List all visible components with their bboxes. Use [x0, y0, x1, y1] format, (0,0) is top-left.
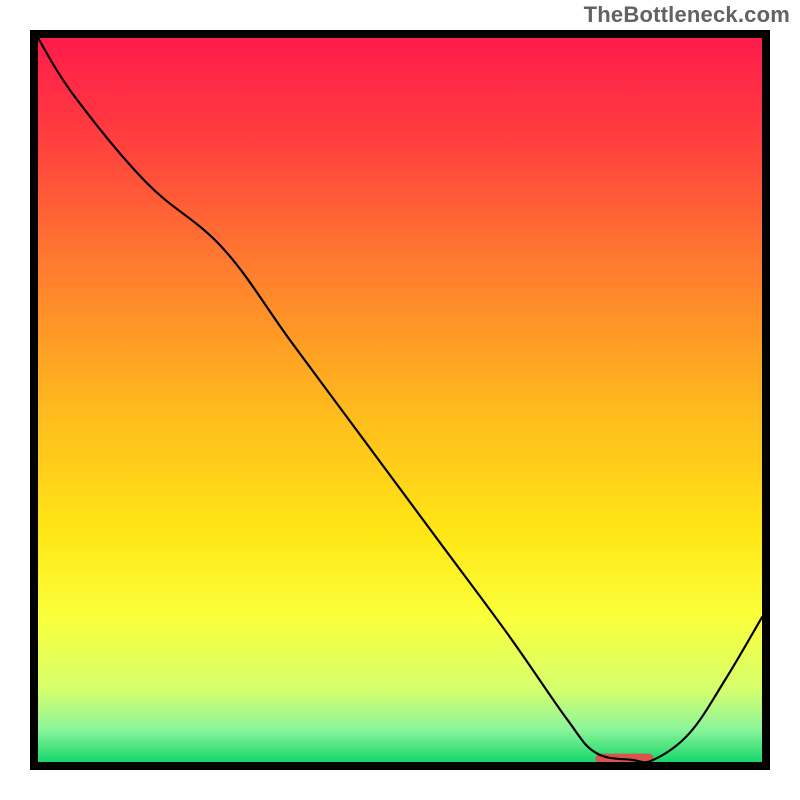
watermark-text: TheBottleneck.com: [584, 2, 790, 28]
stage: TheBottleneck.com: [0, 0, 800, 800]
chart-svg: [38, 38, 762, 762]
chart-frame: [30, 30, 770, 770]
chart-background: [38, 38, 762, 762]
optimal-range-marker: [595, 754, 653, 762]
